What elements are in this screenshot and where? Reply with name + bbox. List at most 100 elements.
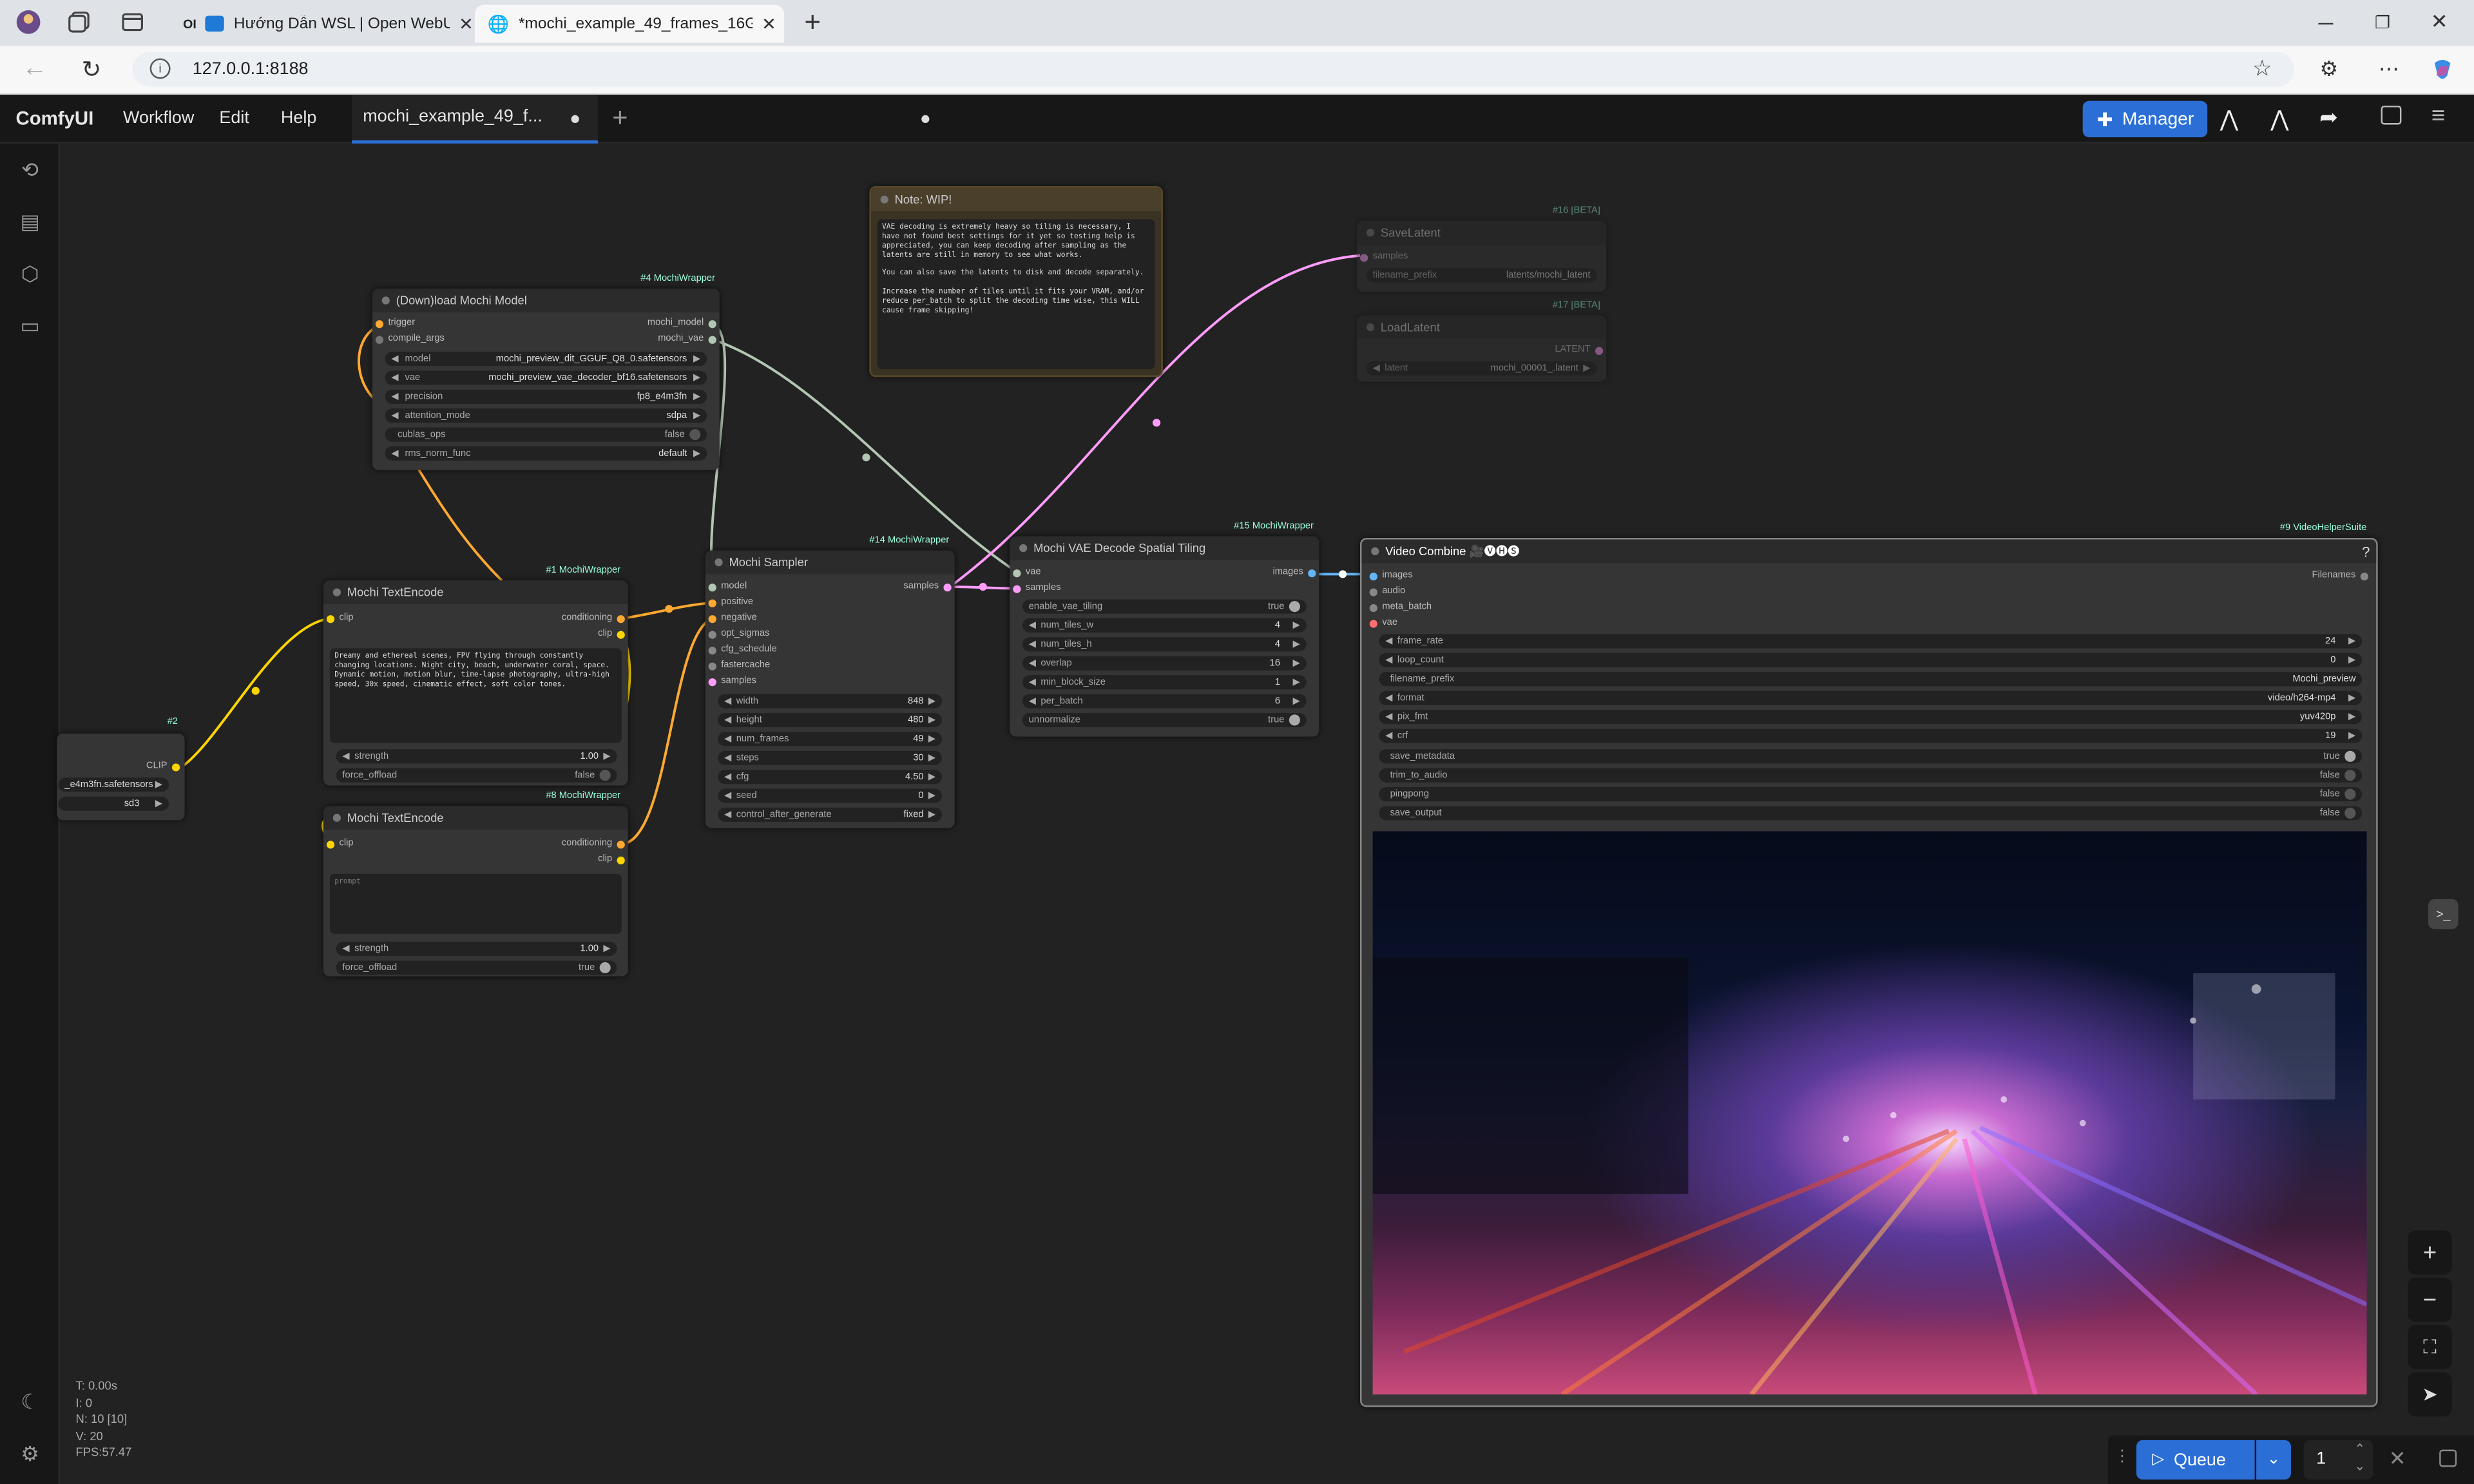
- arrow-right-icon[interactable]: ▶: [928, 696, 935, 707]
- mochi-sampler-node[interactable]: Mochi Sampler model positive negative op…: [705, 550, 955, 828]
- arrow-left-icon[interactable]: ◀: [1029, 658, 1036, 669]
- arrow-left-icon[interactable]: ◀: [1385, 654, 1392, 666]
- arrow-left-icon[interactable]: ◀: [724, 752, 731, 764]
- num-frames-widget[interactable]: ◀ num_frames 49 ▶: [718, 732, 943, 747]
- input-samples[interactable]: samples: [1013, 584, 1061, 593]
- collapse-dot-icon[interactable]: [332, 813, 341, 822]
- arrow-right-icon[interactable]: ▶: [693, 410, 700, 421]
- precision-widget[interactable]: ◀ precision fp8_e4m3fn ▶: [385, 389, 707, 404]
- arrow-right-icon[interactable]: ▶: [928, 790, 935, 801]
- download-mochi-model-node[interactable]: (Down)load Mochi Model trigger compile_a…: [372, 289, 720, 470]
- zoom-in-button[interactable]: +: [2408, 1230, 2452, 1275]
- cublas-ops-toggle[interactable]: cublas_ops false: [385, 427, 707, 442]
- decrement-icon[interactable]: ⌄: [2355, 1459, 2365, 1473]
- filename-prefix-widget[interactable]: filename_prefix Mochi_preview: [1379, 672, 2363, 687]
- per-batch-widget[interactable]: ◀ per_batch 6 ▶: [1022, 694, 1307, 709]
- num-tiles-w-widget[interactable]: ◀ num_tiles_w 4 ▶: [1022, 618, 1307, 633]
- input-model[interactable]: model: [708, 582, 747, 591]
- output-clip[interactable]: clip: [598, 855, 625, 864]
- arrow-right-icon[interactable]: ▶: [2348, 654, 2355, 666]
- output-filenames[interactable]: Filenames: [2312, 571, 2368, 580]
- pingpong-toggle[interactable]: pingpong false: [1379, 787, 2363, 802]
- output-images[interactable]: images: [1273, 568, 1316, 577]
- arrow-right-icon[interactable]: ▶: [1583, 363, 1590, 374]
- latent-widget[interactable]: ◀ latent mochi_00001_.latent ▶: [1366, 361, 1597, 376]
- note-node[interactable]: Note: WIP! VAE decoding is extremely hea…: [869, 186, 1163, 377]
- loop-count-widget[interactable]: ◀ loop_count 0 ▶: [1379, 652, 2363, 667]
- trim-to-audio-toggle[interactable]: trim_to_audio false: [1379, 768, 2363, 783]
- arrow-left-icon[interactable]: ◀: [342, 751, 349, 762]
- num-tiles-h-widget[interactable]: ◀ num_tiles_h 4 ▶: [1022, 637, 1307, 652]
- save-latent-node[interactable]: SaveLatent samples filename_prefix latent…: [1357, 220, 1607, 292]
- arrow-left-icon[interactable]: ◀: [342, 944, 349, 955]
- control-after-generate-widget[interactable]: ◀ control_after_generate fixed ▶: [718, 807, 943, 822]
- min-block-size-widget[interactable]: ◀ min_block_size 1 ▶: [1022, 675, 1307, 690]
- input-samples[interactable]: samples: [1360, 252, 1408, 262]
- node-title-bar[interactable]: Mochi Sampler: [705, 550, 955, 575]
- cancel-queue-icon[interactable]: ✕: [2389, 1447, 2406, 1472]
- toggle-link-visibility-button[interactable]: ➤: [2408, 1372, 2452, 1417]
- clip-name-widget[interactable]: _e4m3fn.safetensors ▶: [58, 777, 169, 792]
- arrow-right-icon[interactable]: ▶: [693, 448, 700, 459]
- node-title-bar[interactable]: LoadLatent: [1357, 315, 1607, 339]
- input-samples[interactable]: samples: [708, 677, 756, 686]
- arrow-right-icon[interactable]: ▶: [928, 734, 935, 745]
- arrow-left-icon[interactable]: ◀: [391, 354, 398, 365]
- arrow-right-icon[interactable]: ▶: [1293, 658, 1300, 669]
- collapse-dot-icon[interactable]: [332, 588, 341, 596]
- arrow-right-icon[interactable]: ▶: [2348, 730, 2355, 741]
- arrow-right-icon[interactable]: ▶: [928, 714, 935, 726]
- clip-type-widget[interactable]: sd3 ▶: [58, 796, 169, 811]
- arrow-left-icon[interactable]: ◀: [724, 772, 731, 783]
- input-negative[interactable]: negative: [708, 614, 757, 623]
- height-widget[interactable]: ◀ height 480 ▶: [718, 712, 943, 727]
- collapse-dot-icon[interactable]: [1371, 547, 1379, 556]
- output-mochi-vae[interactable]: mochi_vae: [658, 334, 716, 344]
- arrow-right-icon[interactable]: ▶: [693, 354, 700, 365]
- load-latent-node[interactable]: LoadLatent LATENT ◀ latent mochi_00001_.la…: [1357, 315, 1607, 382]
- arrow-left-icon[interactable]: ◀: [724, 809, 731, 821]
- arrow-right-icon[interactable]: ▶: [693, 372, 700, 383]
- arrow-left-icon[interactable]: ◀: [391, 448, 398, 459]
- help-icon[interactable]: ?: [2362, 544, 2370, 560]
- collapse-dot-icon[interactable]: [714, 558, 723, 567]
- arrow-left-icon[interactable]: ◀: [1385, 730, 1392, 741]
- arrow-right-icon[interactable]: ▶: [2348, 711, 2355, 723]
- arrow-left-icon[interactable]: ◀: [1385, 692, 1392, 704]
- input-trigger[interactable]: trigger: [375, 319, 415, 328]
- clip-loader-node[interactable]: CLIP _e4m3fn.safetensors ▶ sd3 ▶: [57, 733, 185, 821]
- input-opt-sigmas[interactable]: opt_sigmas: [708, 629, 769, 639]
- arrow-left-icon[interactable]: ◀: [724, 696, 731, 707]
- rms-norm-func-widget[interactable]: ◀ rms_norm_func default ▶: [385, 446, 707, 461]
- steps-widget[interactable]: ◀ steps 30 ▶: [718, 750, 943, 765]
- collapse-dot-icon[interactable]: [1366, 323, 1375, 332]
- attention-mode-widget[interactable]: ◀ attention_mode sdpa ▶: [385, 408, 707, 423]
- arrow-left-icon[interactable]: ◀: [724, 734, 731, 745]
- width-widget[interactable]: ◀ width 848 ▶: [718, 694, 943, 709]
- arrow-right-icon[interactable]: ▶: [603, 751, 610, 762]
- crf-widget[interactable]: ◀ crf 19 ▶: [1379, 728, 2363, 743]
- filename-prefix-widget[interactable]: filename_prefix latents/mochi_latent: [1366, 268, 1597, 283]
- arrow-left-icon[interactable]: ◀: [724, 714, 731, 726]
- seed-widget[interactable]: ◀ seed 0 ▶: [718, 788, 943, 803]
- output-samples[interactable]: samples: [903, 582, 952, 591]
- input-vae[interactable]: vae: [1013, 568, 1041, 577]
- arrow-left-icon[interactable]: ◀: [391, 391, 398, 403]
- output-clip[interactable]: clip: [598, 629, 625, 639]
- queue-options-dropdown[interactable]: ⌄: [2256, 1440, 2291, 1480]
- output-conditioning[interactable]: conditioning: [562, 614, 625, 623]
- arrow-right-icon[interactable]: ▶: [1293, 696, 1300, 707]
- hide-panel-icon[interactable]: [2439, 1449, 2457, 1467]
- strength-widget[interactable]: ◀ strength 1.00 ▶: [336, 942, 617, 956]
- mochi-vae-decode-node[interactable]: Mochi VAE Decode Spatial Tiling vae samp…: [1010, 536, 1319, 737]
- arrow-left-icon[interactable]: ◀: [1029, 696, 1036, 707]
- output-conditioning[interactable]: conditioning: [562, 839, 625, 849]
- arrow-right-icon[interactable]: ▶: [693, 391, 700, 403]
- arrow-left-icon[interactable]: ◀: [391, 372, 398, 383]
- arrow-right-icon[interactable]: ▶: [928, 809, 935, 821]
- frame-rate-widget[interactable]: ◀ frame_rate 24 ▶: [1379, 634, 2363, 649]
- input-clip[interactable]: clip: [326, 839, 354, 849]
- input-audio[interactable]: audio: [1369, 587, 1405, 596]
- enable-vae-tiling-toggle[interactable]: enable_vae_tiling true: [1022, 599, 1307, 614]
- prompt-textarea[interactable]: Dreamy and ethereal scenes, FPV flying t…: [329, 648, 622, 743]
